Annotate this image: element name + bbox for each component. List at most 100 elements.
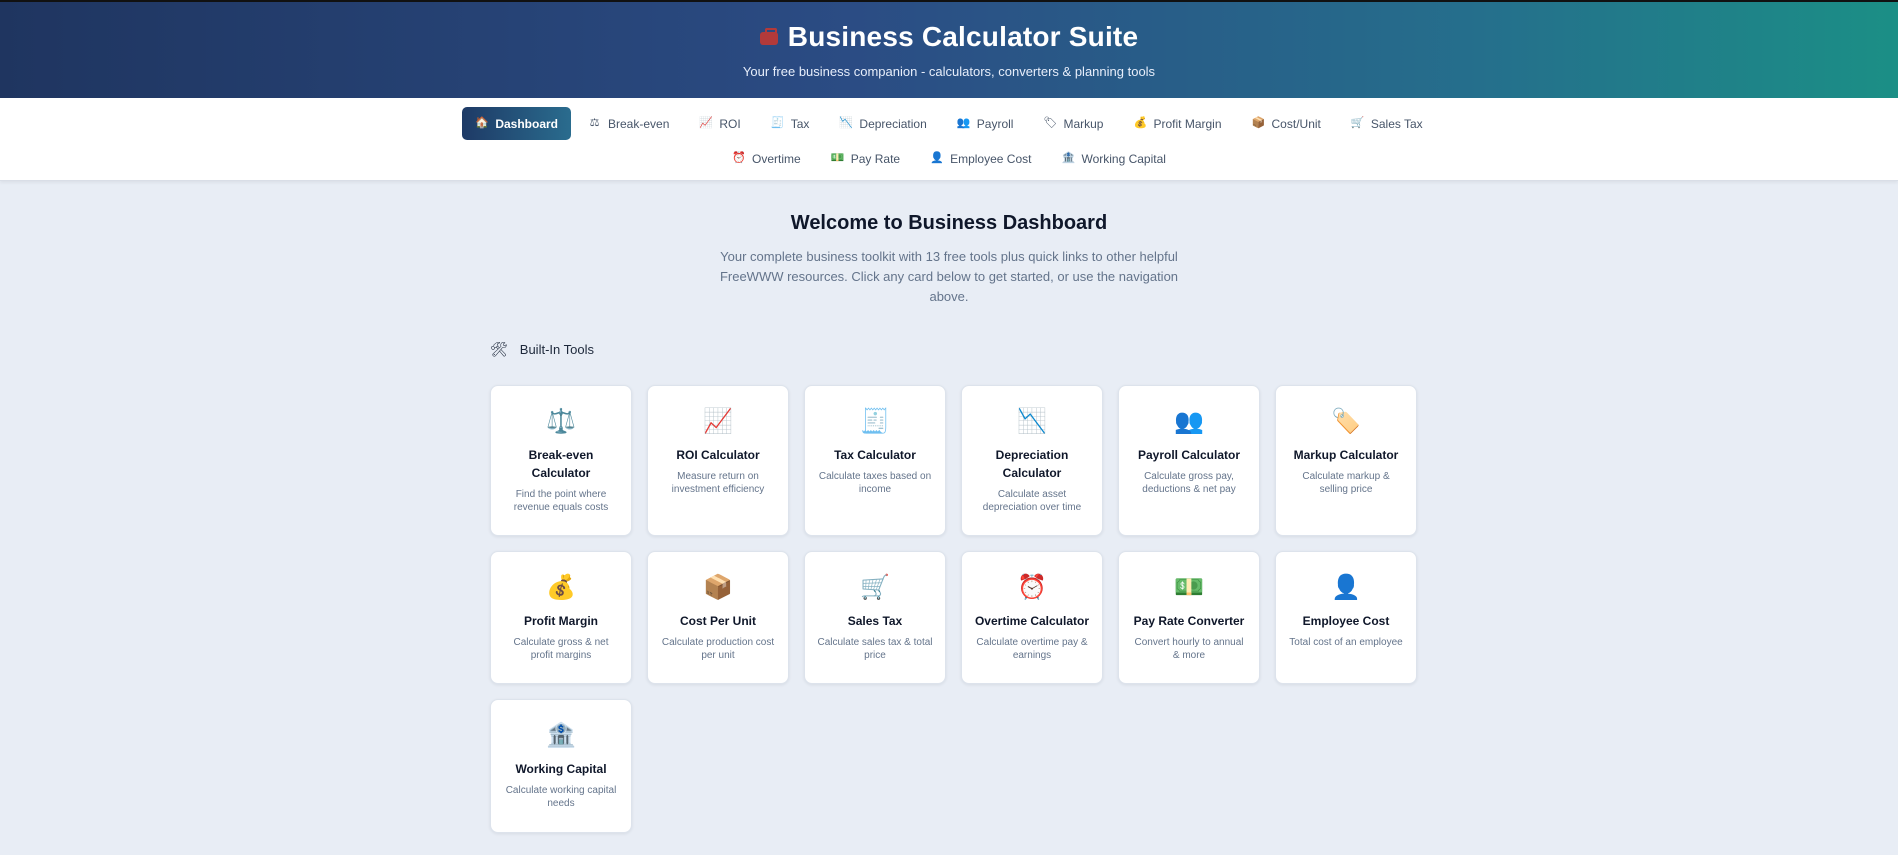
built-in-tools-heading: 🛠 Built-In Tools	[490, 341, 1420, 358]
nav-tab-label: Break-even	[608, 116, 670, 131]
nav-tab-payroll[interactable]: 👥 Payroll	[944, 107, 1027, 140]
nav-tab-label: Overtime	[752, 151, 801, 166]
nav-tab-working-capital[interactable]: 🏦 Working Capital	[1048, 142, 1178, 175]
markup-icon: 🏷	[1043, 117, 1058, 129]
card-title: Markup Calculator	[1293, 448, 1399, 462]
nav-tab-markup[interactable]: 🏷 Markup	[1030, 107, 1116, 140]
card-description: Convert hourly to annual & more	[1134, 637, 1244, 661]
tool-card-roi-calculator[interactable]: 📈 ROI Calculator Measure return on investm…	[647, 385, 789, 536]
card-description: Calculate taxes based on income	[818, 471, 932, 495]
profit-margin-icon: 💰	[546, 574, 576, 601]
dashboard-icon: 🏠	[475, 117, 490, 129]
card-title: ROI Calculator	[676, 448, 760, 462]
nav-tab-label: Depreciation	[859, 116, 927, 131]
card-title: Cost Per Unit	[679, 614, 756, 628]
section-title: Built-In Tools	[519, 342, 594, 357]
break-even-icon: ⚖	[589, 117, 600, 129]
tool-card-employee-cost[interactable]: 👤 Employee Cost Total cost of an employee	[1275, 551, 1417, 684]
welcome-title: Welcome to Business Dashboard	[790, 212, 1108, 234]
card-description: Calculate production cost per unit	[661, 637, 775, 661]
tool-card-grid: ⚖️ Break-even Calculator Find the point wh…	[490, 385, 1420, 833]
tool-card-sales-tax[interactable]: 🛒 Sales Tax Calculate sales tax & total pr…	[804, 551, 946, 684]
card-title: Overtime Calculator	[974, 614, 1090, 628]
card-description: Calculate sales tax & total price	[817, 637, 933, 661]
card-title: Pay Rate Converter	[1133, 614, 1245, 628]
sales-tax-icon: 🛒	[1350, 117, 1365, 129]
welcome-section: Welcome to Business Dashboard Your compl…	[478, 212, 1420, 307]
pay-rate-icon: 💵	[830, 152, 845, 164]
app-title: Business Calculator Suite	[787, 21, 1139, 52]
nav-tab-cost-unit[interactable]: 📦 Cost/Unit	[1239, 107, 1334, 140]
card-description: Calculate markup & selling price	[1302, 471, 1390, 495]
tools-icon: 🛠	[490, 341, 508, 357]
depreciation-icon: 📉	[839, 117, 854, 129]
markup-calculator-icon: 🏷️	[1331, 408, 1361, 435]
nav-tab-label: Payroll	[976, 116, 1014, 131]
nav-tab-sales-tax[interactable]: 🛒 Sales Tax	[1338, 107, 1436, 140]
nav-tab-label: Employee Cost	[950, 151, 1032, 166]
title-row: Business Calculator Suite	[759, 21, 1139, 53]
card-description: Calculate overtime pay & earnings	[976, 637, 1088, 661]
card-title: Employee Cost	[1302, 614, 1390, 628]
tool-card-pay-rate-converter[interactable]: 💵 Pay Rate Converter Convert hourly to ann…	[1118, 551, 1260, 684]
nav-row: 🏠 Dashboard ⚖ Break-even 📈 ROI 🧾 Tax 📉 Depreciati…	[462, 107, 1435, 140]
card-description: Calculate working capital needs	[505, 785, 617, 809]
cost-unit-icon: 📦	[1251, 117, 1266, 129]
nav-tab-label: Tax	[790, 116, 810, 131]
tool-card-profit-margin[interactable]: 💰 Profit Margin Calculate gross & net prof…	[490, 551, 632, 684]
nav-tab-label: Working Capital	[1081, 151, 1166, 166]
nav-tab-overtime[interactable]: ⏰ Overtime	[719, 142, 814, 175]
nav-tab-profit-margin[interactable]: 💰 Profit Margin	[1120, 107, 1234, 140]
card-title: Sales Tax	[847, 614, 903, 628]
working-capital-icon: 🏦	[546, 722, 576, 749]
nav-tab-label: ROI	[719, 116, 741, 131]
card-description: Find the point where revenue equals cost…	[513, 489, 609, 513]
tool-card-overtime-calculator[interactable]: ⏰ Overtime Calculator Calculate overtime p…	[961, 551, 1103, 684]
nav-tab-break-even[interactable]: ⚖ Break-even	[575, 107, 682, 140]
break-even-calculator-icon: ⚖️	[546, 408, 576, 435]
pay-rate-converter-icon: 💵	[1174, 574, 1204, 601]
card-title: Working Capital	[515, 762, 607, 776]
tax-calculator-icon: 🧾	[860, 408, 890, 435]
app-subtitle: Your free business companion - calculato…	[742, 64, 1156, 79]
app-header: Business Calculator Suite Your free busi…	[0, 0, 1898, 98]
tool-card-depreciation-calculator[interactable]: 📉 Depreciation Calculator Calculate asset …	[961, 385, 1103, 536]
overtime-icon: ⏰	[732, 152, 746, 164]
tool-card-markup-calculator[interactable]: 🏷️ Markup Calculator Calculate markup & se…	[1275, 385, 1417, 536]
card-title: Payroll Calculator	[1137, 448, 1241, 462]
main-navigation: 🏠 Dashboard ⚖ Break-even 📈 ROI 🧾 Tax 📉 Depreciati…	[0, 98, 1898, 181]
working-capital-icon: 🏦	[1061, 152, 1076, 164]
card-description: Calculate gross & net profit margins	[513, 637, 609, 661]
tax-icon: 🧾	[770, 117, 785, 129]
dashboard-main: Welcome to Business Dashboard Your compl…	[478, 181, 1420, 833]
roi-icon: 📈	[699, 117, 714, 129]
roi-calculator-icon: 📈	[703, 408, 733, 435]
employee-cost-icon: 👤	[930, 152, 944, 164]
tool-card-payroll-calculator[interactable]: 👥 Payroll Calculator Calculate gross pay, …	[1118, 385, 1260, 536]
card-description: Calculate asset depreciation over time	[982, 489, 1082, 513]
overtime-calculator-icon: ⏰	[1017, 574, 1047, 601]
card-title: Depreciation Calculator	[995, 448, 1069, 480]
nav-tab-label: Profit Margin	[1153, 116, 1222, 131]
nav-tab-roi[interactable]: 📈 ROI	[686, 107, 753, 140]
nav-tab-label: Pay Rate	[850, 151, 901, 166]
card-description: Calculate gross pay, deductions & net pa…	[1142, 471, 1236, 495]
tool-card-break-even-calculator[interactable]: ⚖️ Break-even Calculator Find the point wh…	[490, 385, 632, 536]
sales-tax-icon: 🛒	[860, 574, 890, 601]
tool-card-tax-calculator[interactable]: 🧾 Tax Calculator Calculate taxes based on …	[804, 385, 946, 536]
tool-card-working-capital[interactable]: 🏦 Working Capital Calculate working capita…	[490, 699, 632, 833]
card-title: Tax Calculator	[834, 448, 916, 462]
nav-tab-depreciation[interactable]: 📉 Depreciation	[826, 107, 939, 140]
card-description: Measure return on investment efficiency	[671, 471, 765, 495]
card-title: Break-even Calculator	[528, 448, 594, 480]
nav-tab-tax[interactable]: 🧾 Tax	[758, 107, 823, 140]
tool-card-cost-per-unit[interactable]: 📦 Cost Per Unit Calculate production cost …	[647, 551, 789, 684]
cost-per-unit-icon: 📦	[703, 574, 733, 601]
nav-tab-employee-cost[interactable]: 👤 Employee Cost	[917, 142, 1044, 175]
nav-tab-pay-rate[interactable]: 💵 Pay Rate	[818, 142, 913, 175]
nav-tab-label: Sales Tax	[1370, 116, 1423, 131]
nav-row: ⏰ Overtime 💵 Pay Rate 👤 Employee Cost 🏦 Working…	[719, 142, 1179, 175]
nav-tab-dashboard[interactable]: 🏠 Dashboard	[462, 107, 571, 140]
card-description: Total cost of an employee	[1289, 637, 1403, 648]
employee-cost-icon: 👤	[1331, 574, 1361, 601]
